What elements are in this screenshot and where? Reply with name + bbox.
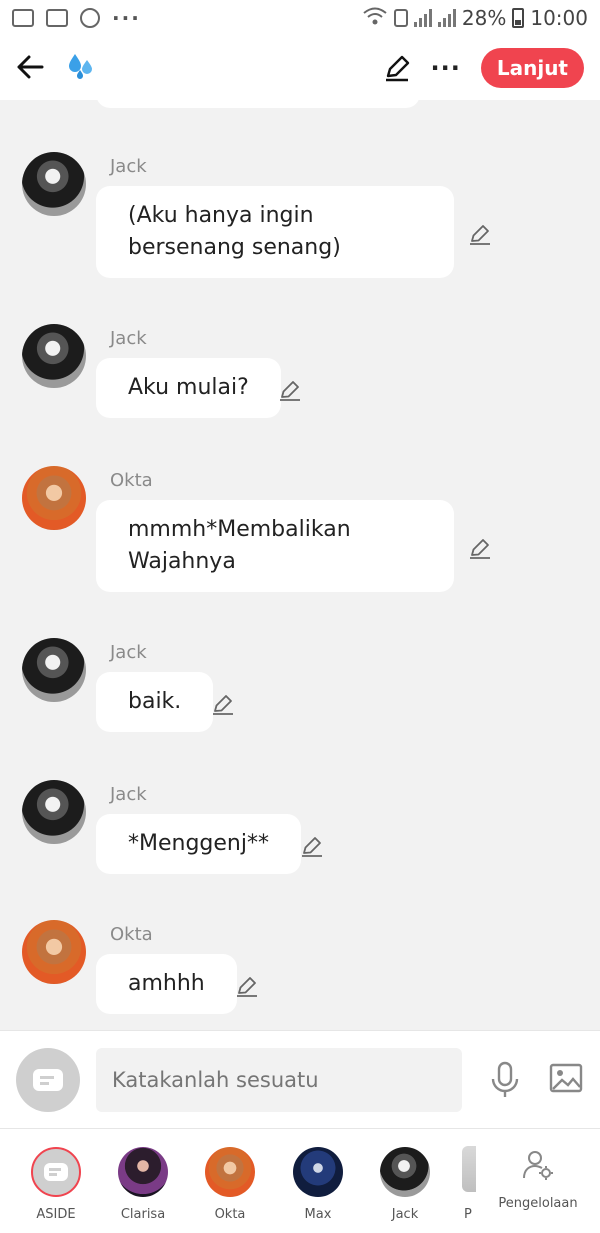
sim-icon: [393, 9, 408, 27]
chat-area[interactable]: Jack (Aku hanya ingin bersenang senang) …: [0, 100, 600, 1030]
edit-message-icon[interactable]: [278, 378, 302, 402]
character-max[interactable]: Max: [278, 1147, 358, 1222]
status-bar: ··· 28% 10:00: [0, 0, 600, 36]
more-options-icon[interactable]: ···: [431, 54, 461, 82]
image-icon[interactable]: [549, 1063, 583, 1093]
edit-message-icon[interactable]: [235, 974, 259, 998]
avatar-jack[interactable]: [22, 324, 86, 388]
sender-name: Jack: [110, 328, 147, 349]
message-bubble[interactable]: mmmh*Membalikan Wajahnya: [96, 500, 454, 592]
avatar-jack[interactable]: [22, 152, 86, 216]
avatar-okta: [205, 1147, 255, 1197]
aside-avatar: [31, 1147, 81, 1197]
chat-bubble-icon: [33, 1069, 63, 1091]
lanjut-button[interactable]: Lanjut: [480, 48, 584, 88]
previous-message-bubble: [96, 100, 420, 108]
character-label: P: [464, 1207, 472, 1222]
water-drops-icon: [66, 50, 96, 87]
avatar-max: [293, 1147, 343, 1197]
message-bubble[interactable]: baik.: [96, 672, 214, 732]
character-label: ASIDE: [36, 1207, 76, 1222]
message-bubble[interactable]: Aku mulai?: [96, 358, 281, 418]
character-jack[interactable]: Jack: [365, 1147, 445, 1222]
management-button[interactable]: Pengelolaan: [492, 1148, 584, 1211]
message-bubble[interactable]: amhhh: [96, 954, 237, 1014]
edit-message-icon[interactable]: [468, 536, 492, 560]
edit-message-icon[interactable]: [300, 834, 324, 858]
clock: 10:00: [530, 6, 588, 30]
battery-percent: 28%: [461, 6, 507, 30]
message-input[interactable]: [96, 1048, 462, 1112]
sender-name: Okta: [110, 924, 153, 945]
user-settings-icon: [523, 1151, 553, 1180]
character-aside[interactable]: ASIDE: [16, 1147, 96, 1222]
character-label: Clarisa: [120, 1207, 166, 1222]
sender-name: Jack: [110, 156, 147, 177]
character-clarisa[interactable]: Clarisa: [103, 1147, 183, 1222]
sender-name: Okta: [110, 470, 153, 491]
avatar-clarisa: [118, 1147, 168, 1197]
signal-1-icon: [413, 9, 432, 27]
edit-message-icon[interactable]: [468, 222, 492, 246]
character-okta[interactable]: Okta: [190, 1147, 270, 1222]
cleaner-notification-icon: [46, 9, 68, 27]
sender-name: Jack: [110, 642, 147, 663]
character-partial-avatar[interactable]: [462, 1146, 476, 1192]
avatar-okta[interactable]: [22, 466, 86, 530]
sender-name: Jack: [110, 784, 147, 805]
message-bubble[interactable]: *Menggenj**: [96, 814, 301, 874]
message-bubble[interactable]: (Aku hanya ingin bersenang senang): [96, 186, 454, 278]
composer: [0, 1030, 600, 1128]
back-arrow-icon[interactable]: [16, 51, 56, 85]
edit-message-icon[interactable]: [211, 692, 235, 716]
chat-bubble-icon: [44, 1163, 68, 1181]
microphone-icon[interactable]: [490, 1061, 520, 1099]
whatsapp-notification-icon: [80, 8, 100, 28]
avatar-okta[interactable]: [22, 920, 86, 984]
edit-pencil-icon[interactable]: [383, 54, 411, 82]
avatar-jack[interactable]: [22, 638, 86, 702]
wifi-icon: [362, 6, 388, 31]
management-label: Pengelolaan: [498, 1196, 578, 1211]
character-label: Max: [304, 1207, 332, 1222]
gallery-notification-icon: [12, 9, 34, 27]
battery-icon: [512, 8, 525, 28]
more-notifications-icon: ···: [112, 6, 141, 30]
avatar-jack[interactable]: [22, 780, 86, 844]
avatar-jack: [380, 1147, 430, 1197]
character-label: Jack: [391, 1207, 419, 1222]
header: ··· Lanjut: [0, 36, 600, 100]
aside-mode-button[interactable]: [16, 1048, 80, 1112]
signal-2-icon: [437, 9, 456, 27]
character-label: Okta: [214, 1207, 246, 1222]
